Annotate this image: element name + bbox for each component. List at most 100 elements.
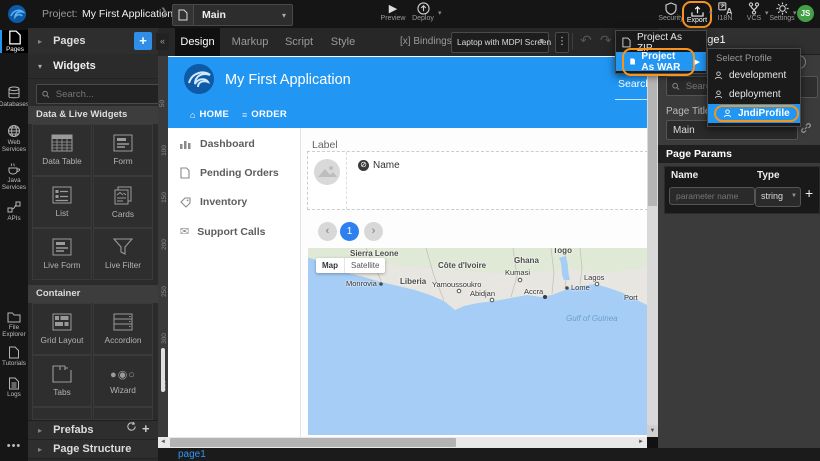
vscroll-thumb[interactable] [648,56,657,206]
widget-tile-list[interactable]: List [32,176,92,228]
widget-tile-form[interactable]: Form [93,124,153,176]
deploy-button[interactable]: Deploy [408,2,438,22]
i18n-label: I18N [718,15,733,22]
pages-section-label: Pages [53,35,85,47]
shield-icon [665,2,677,15]
widget-search[interactable] [36,84,159,104]
inspector-options-button[interactable] [798,76,818,98]
api-icon [7,200,21,214]
widget-tile-tabs[interactable]: Tabs [32,355,92,407]
widget-tile-partial-2[interactable]: ···· [93,407,153,420]
widget-tile-live-form[interactable]: Live Form [32,228,92,280]
undo-icon[interactable]: ↶ [580,32,592,49]
funnel-icon [113,238,133,256]
export-button[interactable]: Export [682,1,712,28]
menu-item-support-calls[interactable]: ✉ Support Calls [180,225,265,238]
user-avatar[interactable]: JS [797,5,814,22]
settings-button[interactable]: Settings [769,2,795,22]
widget-tile-cards[interactable]: Cards [93,176,153,228]
canvas-horizontal-scrollbar[interactable]: ◄ ► [158,437,647,448]
scroll-left-arrow-icon[interactable]: ◄ [158,437,168,448]
prefabs-section-row[interactable]: ▸ Prefabs + [28,420,158,440]
pagination-current-page[interactable]: 1 [340,222,359,241]
refresh-prefabs-button[interactable] [126,421,137,432]
widget-tile-data-table[interactable]: Data Table [32,124,92,176]
vcs-button[interactable]: VCS [742,2,766,22]
param-type-value: string [761,191,783,201]
add-page-button[interactable]: + [134,32,152,50]
menu-item-dashboard[interactable]: Dashboard [180,138,255,150]
map-type-control[interactable]: Map Satellite [316,258,385,273]
menu-item-pending-orders[interactable]: Pending Orders [180,167,279,179]
rail-item-java-services[interactable]: Java Services [0,162,28,191]
bindings-button[interactable]: [x] Bindings ▾ [400,36,459,47]
i18n-button[interactable]: A I18N [712,2,738,22]
rail-item-file-explorer[interactable]: File Explorer [0,311,28,338]
rail-item-logs[interactable]: Logs [0,377,28,398]
widget-tile-accordion[interactable]: Accordion [93,303,153,355]
rail-item-web-services[interactable]: Web Services [0,124,28,153]
profile-item-deployment[interactable]: deployment [708,85,800,104]
statusbar-page-tab[interactable]: page1 [178,449,206,460]
widget-tile-grid-layout[interactable]: Grid Layout [32,303,92,355]
nav-home[interactable]: ⌂ HOME [190,109,229,120]
app-header[interactable]: My First Application Search ⌂ HOME ≡ ORD… [168,57,647,128]
profile-item-development[interactable]: development [708,66,800,85]
tab-style[interactable]: Style [324,28,362,56]
widget-tile-partial-1[interactable] [32,407,92,420]
widget-search-input[interactable] [54,88,156,101]
pages-section-row[interactable]: ▸ Pages + [28,28,158,55]
list-widget-card[interactable]: ⊘ Name [307,151,647,210]
rail-item-tutorials[interactable]: Tutorials [0,346,28,367]
bind-link-icon[interactable] [800,122,812,134]
widgets-section-row[interactable]: ▾ Widgets [28,54,158,79]
hscroll-thumb[interactable] [170,438,456,447]
tab-markup[interactable]: Markup [226,28,274,56]
add-prefab-button[interactable]: + [142,420,150,438]
menu-item-inventory[interactable]: Inventory [180,196,247,208]
pagination-prev-button[interactable]: ‹ [318,222,337,241]
param-name-input[interactable] [669,187,755,205]
profile-item-jndiprofile[interactable]: JndiProfile [708,104,800,123]
add-param-button[interactable]: + [805,185,813,201]
page-selector-dropdown[interactable]: Main ▾ [193,4,293,26]
folder-icon [7,311,21,323]
rail-item-databases[interactable]: Databases [0,86,28,108]
expand-right-icon: ▸ [38,426,42,435]
satellite-button[interactable]: Satellite [344,258,385,273]
map-label-togo: Togo [553,248,572,255]
app-search-link[interactable]: Search [618,78,647,90]
canvas-vertical-scrollbar[interactable]: ▼ [647,56,658,437]
rail-item-apis[interactable]: APIs [0,200,28,222]
rail-more-button[interactable]: ••• [0,440,28,452]
settings-chevron-icon: ▾ [793,9,797,17]
preview-button[interactable]: ▶ Preview [378,2,408,22]
pagination-next-button[interactable]: › [364,222,383,241]
wavemaker-logo-icon [7,4,27,24]
more-options-kebab[interactable]: ⋮ [555,32,569,53]
nav-order[interactable]: ≡ ORDER [242,109,287,120]
scroll-right-arrow-icon[interactable]: ► [636,437,646,448]
tab-script[interactable]: Script [278,28,320,56]
grid-layout-icon [52,313,72,331]
collapse-panel-button[interactable]: « [156,33,169,50]
map-widget[interactable]: Sierra Leone Monrovia Liberia Côte d'Ivo… [308,248,647,435]
scroll-down-arrow-icon[interactable]: ▼ [647,425,658,437]
page-type-icon [172,4,194,26]
database-icon [7,86,21,100]
page-structure-row[interactable]: ▸ Page Structure [28,440,158,459]
top-bar: Project: My First Application ❯ Main ▾ ▶… [0,0,820,29]
param-type-select[interactable]: string ▼ [755,187,801,207]
map-button[interactable]: Map [316,258,344,273]
widget-tile-live-filter[interactable]: Live Filter [93,228,153,280]
redo-icon[interactable]: ↷ [600,32,612,49]
map-label-lome: Lome [571,283,590,292]
tab-design[interactable]: Design [175,28,220,56]
design-canvas[interactable]: My First Application Search ⌂ HOME ≡ ORD… [168,56,647,437]
rail-item-pages[interactable]: Pages [0,30,28,53]
ruler-scroll-thumb[interactable] [161,348,165,392]
export-menu-item-war[interactable]: Project As WAR ▶ [616,52,706,71]
device-selector-dropdown[interactable]: Laptop with MDPI Screen ▼ [451,32,549,53]
widget-tile-wizard[interactable]: ●◉○ Wizard [93,355,153,407]
deploy-icon [417,2,430,15]
